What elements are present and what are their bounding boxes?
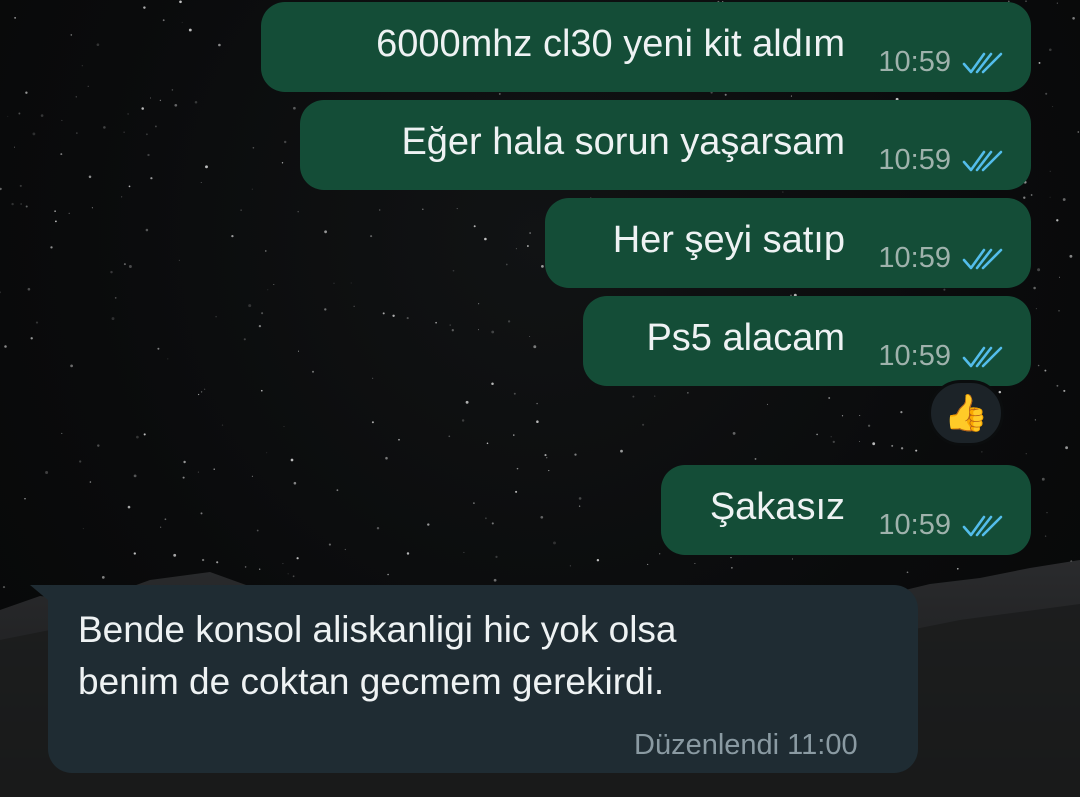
message-time: 10:59 (878, 340, 951, 372)
outgoing-message[interactable]: Ps5 alacam 10:59 (583, 296, 1031, 386)
message-time: 10:59 (878, 242, 951, 274)
double-check-icon (962, 515, 1003, 536)
message-meta: 10:59 (878, 144, 1005, 177)
thumbs-up-reaction[interactable]: 👍 (928, 380, 1004, 446)
double-check-icon (962, 52, 1003, 73)
message-time: 10:59 (878, 46, 951, 78)
double-check-icon (962, 150, 1003, 171)
thumbs-up-icon: 👍 (943, 392, 989, 433)
message-line: Bende konsol aliskanligi hic yok olsa (78, 609, 677, 650)
message-meta: 10:59 (878, 509, 1005, 542)
message-meta: 10:59 (878, 46, 1005, 79)
incoming-message-text: Bende konsol aliskanligi hic yok olsa be… (78, 604, 677, 708)
message-meta: 10:59 (878, 242, 1005, 275)
message-time: 10:59 (878, 144, 951, 176)
outgoing-message[interactable]: Şakasız 10:59 (661, 465, 1031, 555)
outgoing-message[interactable]: 6000mhz cl30 yeni kit aldım 10:59 (261, 2, 1031, 92)
message-text: Eğer hala sorun yaşarsam (401, 121, 845, 163)
message-text: 6000mhz cl30 yeni kit aldım (376, 23, 845, 65)
message-text: Şakasız (709, 486, 845, 528)
message-meta: 10:59 (878, 340, 1005, 373)
message-text: Ps5 alacam (646, 317, 845, 359)
message-time: 10:59 (878, 509, 951, 541)
outgoing-message[interactable]: Her şeyi satıp 10:59 (545, 198, 1031, 288)
message-line: benim de coktan gecmem gerekirdi. (78, 661, 665, 702)
message-text: Her şeyi satıp (612, 219, 845, 261)
outgoing-message[interactable]: Eğer hala sorun yaşarsam 10:59 (300, 100, 1031, 190)
double-check-icon (962, 346, 1003, 367)
double-check-icon (962, 248, 1003, 269)
edited-timestamp: Düzenlendi 11:00 (634, 729, 858, 761)
